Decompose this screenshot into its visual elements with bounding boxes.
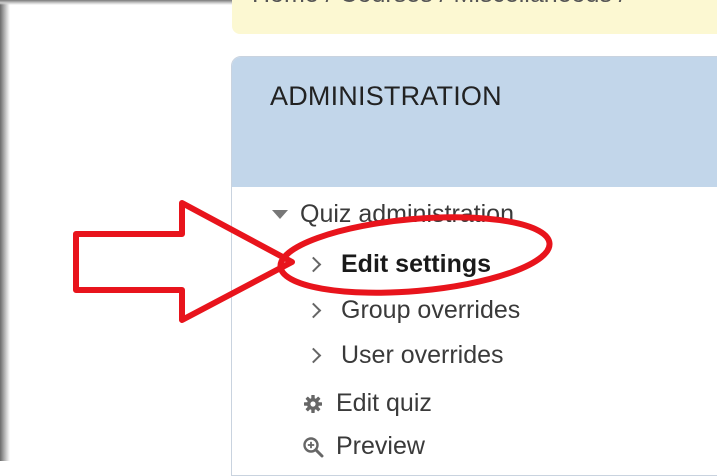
window-frame-left bbox=[0, 0, 10, 461]
nav-item-label: Group overrides bbox=[341, 296, 521, 324]
nav-item-label: Preview bbox=[336, 432, 425, 460]
magnifier-plus-icon bbox=[302, 436, 324, 458]
quiz-administration-toggle[interactable]: Quiz administration bbox=[272, 200, 514, 229]
chevron-right-icon bbox=[305, 347, 322, 364]
administration-title: ADMINISTRATION bbox=[270, 81, 502, 111]
nav-item-preview[interactable]: Preview bbox=[302, 432, 425, 461]
administration-block: ADMINISTRATION Quiz administration Edit … bbox=[231, 56, 717, 476]
nav-item-user-overrides[interactable]: User overrides bbox=[305, 341, 504, 370]
administration-header: ADMINISTRATION bbox=[232, 57, 717, 187]
quiz-administration-label: Quiz administration bbox=[300, 200, 514, 228]
gear-icon bbox=[302, 393, 324, 415]
nav-item-label: Edit settings bbox=[341, 250, 492, 278]
nav-item-label: User overrides bbox=[341, 341, 504, 369]
breadcrumb-text[interactable]: Home / Courses / Miscellaneous / bbox=[252, 0, 626, 9]
nav-item-edit-quiz[interactable]: Edit quiz bbox=[302, 389, 432, 418]
breadcrumb: Home / Courses / Miscellaneous / bbox=[232, 0, 717, 34]
chevron-right-icon bbox=[305, 302, 322, 319]
nav-item-edit-settings[interactable]: Edit settings bbox=[305, 250, 492, 279]
nav-item-group-overrides[interactable]: Group overrides bbox=[305, 296, 521, 325]
caret-down-icon bbox=[272, 210, 288, 219]
nav-item-label: Edit quiz bbox=[336, 389, 432, 417]
chevron-right-icon bbox=[305, 256, 322, 273]
